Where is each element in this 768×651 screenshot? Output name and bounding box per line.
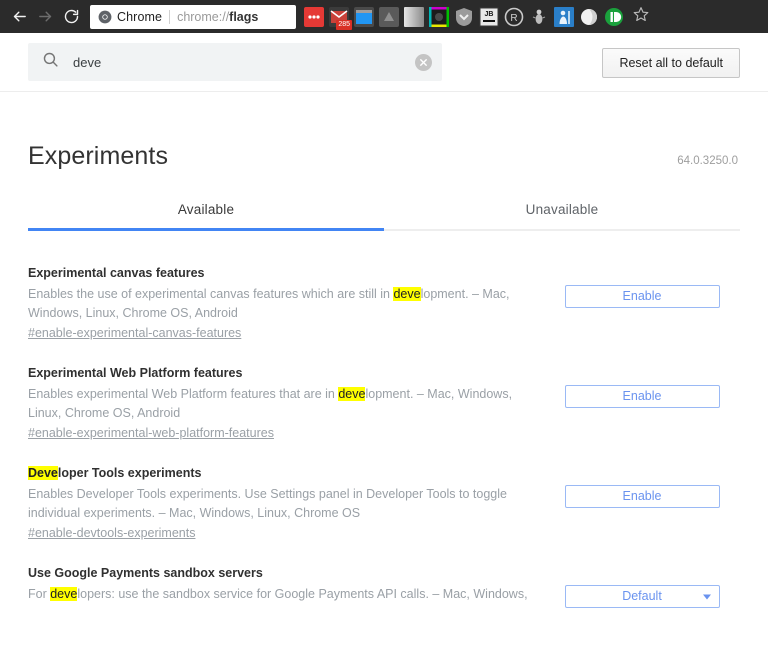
extension-icon-mail[interactable]: 285 — [329, 6, 352, 30]
extension-icon-green-pushbullet[interactable] — [604, 7, 624, 27]
extension-icon-circle-r[interactable]: R — [504, 7, 524, 27]
tab-label: Unavailable — [525, 202, 599, 217]
extension-icon-colorpicker[interactable] — [429, 6, 449, 27]
omnibox-url: chrome://flags — [177, 10, 258, 24]
extension-icon-shield-chevron[interactable] — [454, 7, 474, 27]
extension-badge: 285 — [336, 19, 352, 30]
tab-available[interactable]: Available — [28, 202, 384, 231]
search-highlight: deve — [393, 287, 421, 301]
omnibox-secure-label: Chrome — [117, 9, 163, 24]
browser-toolbar: Chrome chrome://flags 285 JB R — [0, 0, 768, 33]
experiment-control: Enable — [544, 265, 740, 308]
omnibox-url-suffix: flags — [229, 9, 259, 24]
reset-all-to-default-button[interactable]: Reset all to default — [602, 48, 740, 78]
experiment-name-text: Experimental Web Platform features — [28, 366, 243, 380]
experiment-row: Use Google Payments sandbox servers For d… — [28, 553, 740, 618]
experiment-name: Use Google Payments sandbox servers — [28, 565, 534, 581]
extension-icon-blue-person[interactable] — [554, 6, 574, 27]
experiment-control: Default — [544, 565, 740, 608]
experiment-name-text: Use Google Payments sandbox servers — [28, 566, 263, 580]
experiment-permalink[interactable]: #enable-experimental-web-platform-featur… — [28, 424, 274, 443]
experiment-text: Experimental Web Platform features Enable… — [28, 365, 544, 443]
svg-text:R: R — [510, 13, 517, 24]
search-icon — [42, 51, 59, 73]
address-bar[interactable]: Chrome chrome://flags — [90, 4, 296, 29]
search-box[interactable] — [28, 43, 442, 81]
extension-tray: 285 JB R — [304, 6, 624, 30]
tab-unavailable[interactable]: Unavailable — [384, 202, 740, 231]
search-highlight: deve — [50, 587, 78, 601]
experiment-description-text: Enables the use of experimental canvas f… — [28, 287, 394, 301]
experiment-permalink[interactable]: #enable-devtools-experiments — [28, 524, 195, 543]
back-arrow-icon — [11, 8, 28, 25]
experiment-name: Experimental Web Platform features — [28, 365, 534, 381]
reload-button[interactable] — [58, 4, 84, 30]
reload-icon — [63, 8, 80, 25]
experiment-row: Experimental Web Platform features Enable… — [28, 353, 740, 453]
experiment-description: Enables experimental Web Platform featur… — [28, 385, 534, 423]
forward-button[interactable] — [32, 4, 58, 30]
enable-button[interactable]: Enable — [564, 285, 720, 308]
extension-icon-gradient[interactable] — [404, 6, 424, 27]
experiment-description-text: lopers: use the sandbox service for Goog… — [77, 587, 528, 601]
extension-icon-bug[interactable] — [529, 7, 549, 27]
extension-icon-red-dots[interactable] — [304, 6, 324, 27]
search-input[interactable] — [73, 54, 415, 70]
experiment-name-text: Experimental canvas features — [28, 266, 205, 280]
chevron-down-icon — [702, 594, 711, 599]
back-button[interactable] — [6, 4, 32, 30]
bookmark-star-icon — [633, 6, 649, 27]
experiment-permalink[interactable]: #enable-experimental-canvas-features — [28, 324, 241, 343]
svg-text:JB: JB — [485, 11, 494, 18]
experiment-description-text: Enables experimental Web Platform featur… — [28, 387, 339, 401]
experiment-name-text: loper Tools experiments — [57, 466, 202, 480]
experiment-description: For developers: use the sandbox service … — [28, 585, 534, 604]
tabs: Available Unavailable — [28, 202, 740, 231]
experiment-text: Developer Tools experiments Enables Devel… — [28, 465, 544, 543]
page-title: Experiments — [28, 142, 169, 170]
extension-icon-drive[interactable] — [379, 6, 399, 27]
chrome-logo-icon — [98, 10, 112, 24]
search-row: Reset all to default — [0, 33, 768, 92]
tabs-selected-indicator — [28, 228, 384, 231]
omnibox-url-prefix: chrome:// — [177, 9, 230, 24]
experiment-description-text: Enables Developer Tools experiments. Use… — [28, 487, 507, 520]
clear-icon[interactable] — [415, 53, 432, 71]
extension-icon-calendar[interactable] — [354, 6, 374, 27]
experiments-list: Experimental canvas features Enables the … — [28, 253, 740, 618]
extension-icon-jetbrains[interactable]: JB — [479, 7, 499, 27]
enable-button[interactable]: Enable — [564, 485, 720, 508]
experiment-description-text: For — [28, 587, 51, 601]
experiment-state-value: Default — [622, 589, 662, 603]
experiment-control: Enable — [544, 465, 740, 508]
experiment-state-select[interactable]: Default — [564, 585, 720, 608]
experiment-name: Experimental canvas features — [28, 265, 534, 281]
experiment-text: Use Google Payments sandbox servers For d… — [28, 565, 544, 604]
extension-icon-white-sphere[interactable] — [579, 7, 599, 27]
experiment-row: Developer Tools experiments Enables Devel… — [28, 453, 740, 553]
bookmark-button[interactable] — [630, 6, 652, 28]
experiment-control: Enable — [544, 365, 740, 408]
experiment-row: Experimental canvas features Enables the … — [28, 253, 740, 353]
forward-arrow-icon — [37, 8, 54, 25]
experiment-description: Enables the use of experimental canvas f… — [28, 285, 534, 323]
version-label: 64.0.3250.0 — [677, 155, 738, 167]
experiment-text: Experimental canvas features Enables the … — [28, 265, 544, 343]
title-row: Experiments 64.0.3250.0 — [28, 92, 740, 171]
experiment-description: Enables Developer Tools experiments. Use… — [28, 485, 534, 523]
enable-button[interactable]: Enable — [564, 385, 720, 408]
search-highlight: Deve — [28, 466, 58, 480]
flags-page: Experiments 64.0.3250.0 Available Unavail… — [0, 92, 768, 618]
omnibox-divider — [169, 9, 171, 24]
tab-label: Available — [177, 202, 235, 217]
experiment-name: Developer Tools experiments — [28, 465, 534, 481]
search-highlight: deve — [338, 387, 366, 401]
